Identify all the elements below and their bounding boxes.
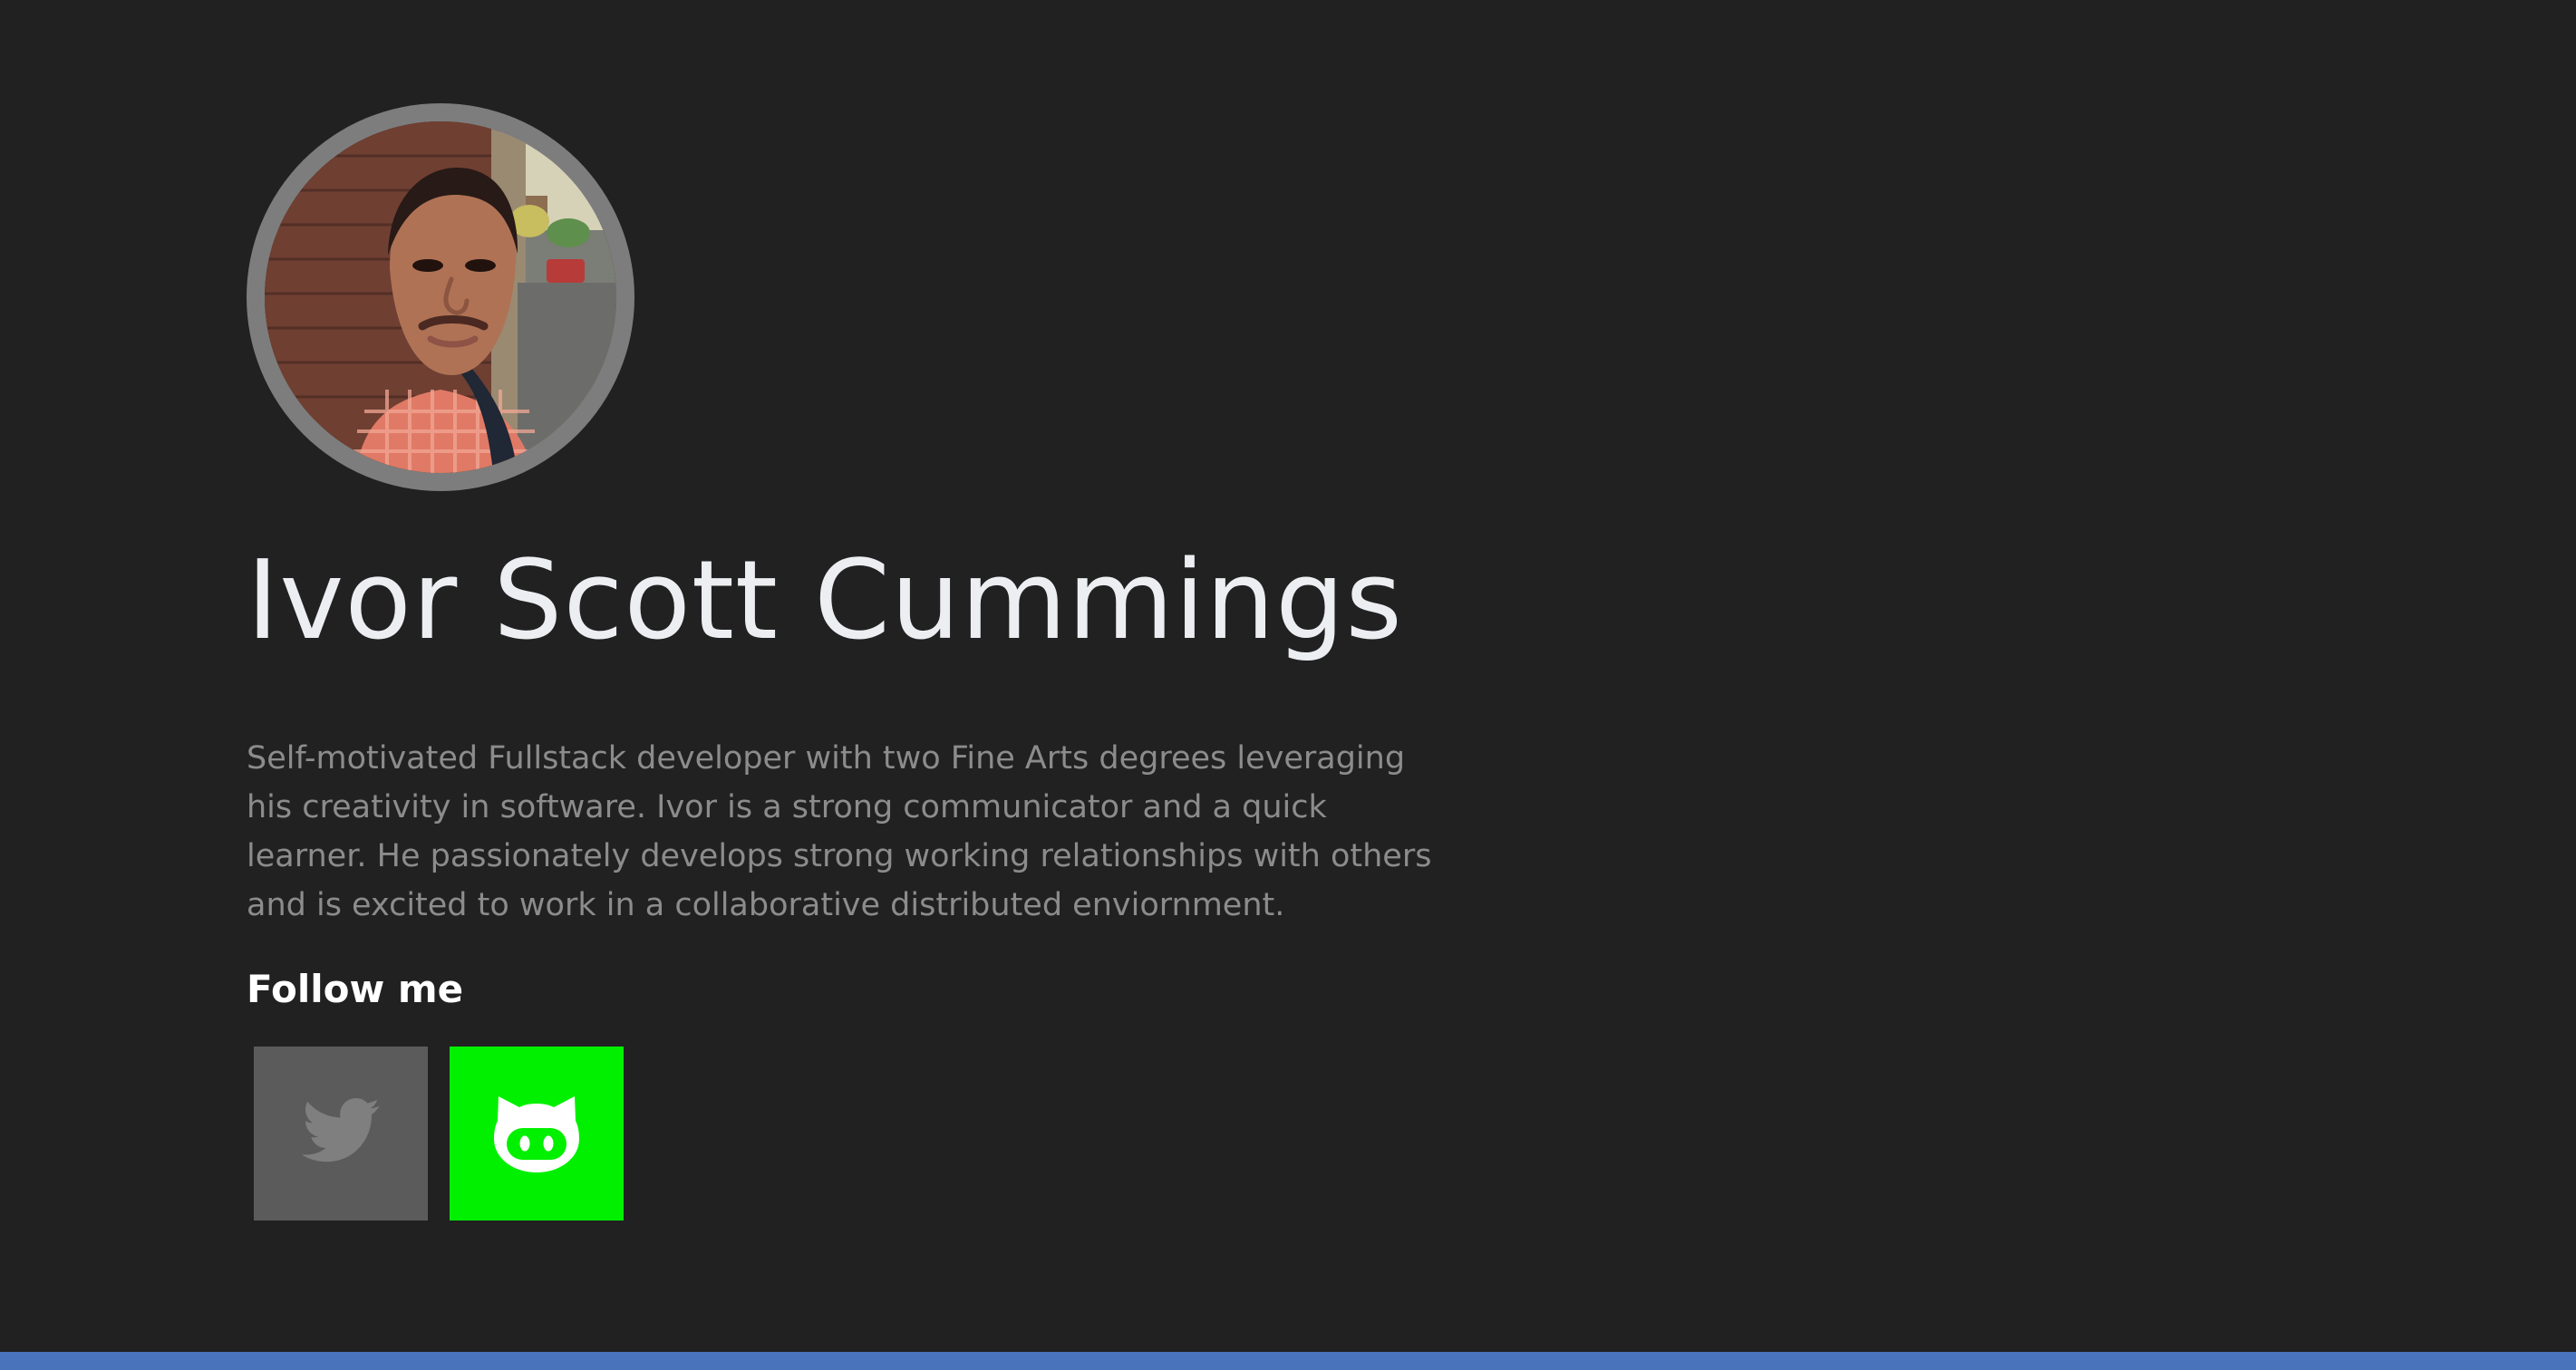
footer-bar (0, 1352, 2576, 1370)
twitter-icon (302, 1098, 380, 1163)
follow-heading: Follow me (247, 967, 464, 1011)
avatar-photo (265, 121, 616, 473)
github-icon (494, 1096, 579, 1172)
profile-bio: Self-motivated Fullstack developer with … (247, 740, 1432, 923)
profile-name: Ivor Scott Cummings (247, 538, 1403, 664)
profile-section: Ivor Scott Cummings Self-motivated Fulls… (247, 103, 1431, 1220)
twitter-link[interactable] (254, 1047, 428, 1220)
avatar (247, 103, 634, 491)
social-links (254, 1047, 624, 1220)
github-link[interactable] (450, 1047, 624, 1220)
